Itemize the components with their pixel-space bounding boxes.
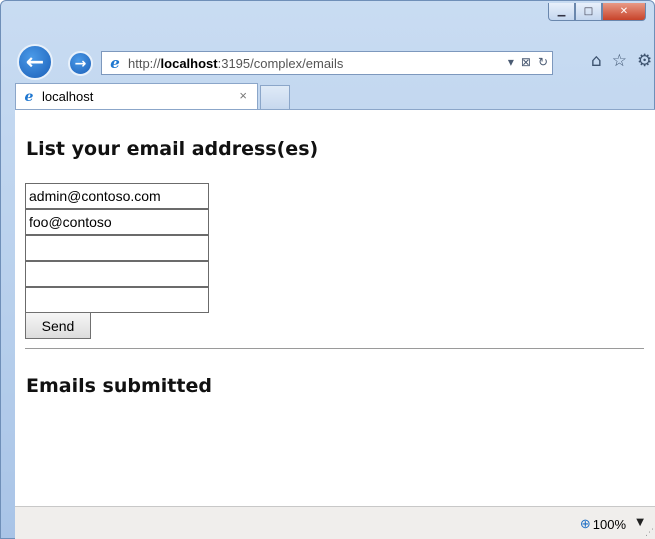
close-window-button[interactable]: ✕: [602, 3, 646, 21]
address-tools: ▾ ⊠ ↻: [508, 55, 548, 69]
forward-button[interactable]: →: [68, 51, 93, 76]
address-bar[interactable]: e http://localhost:3195/complex/emails ▾…: [101, 51, 553, 75]
compatibility-view-icon[interactable]: ⊠: [521, 55, 531, 69]
toolbar-right-icons: ⌂ ☆ ⚙: [591, 51, 652, 71]
back-arrow-icon: ←: [25, 49, 45, 75]
address-text[interactable]: http://localhost:3195/complex/emails: [128, 56, 343, 71]
zoom-dropdown-icon[interactable]: ▼: [636, 517, 644, 528]
new-tab-button[interactable]: [260, 85, 290, 109]
tab-localhost[interactable]: e localhost ×: [15, 83, 258, 109]
home-icon[interactable]: ⌂: [591, 51, 602, 71]
email-field-5[interactable]: [25, 287, 209, 313]
zoom-icon: ⊕: [579, 516, 591, 531]
email-field-2[interactable]: [25, 209, 209, 235]
divider: [25, 348, 644, 349]
tab-close-icon[interactable]: ×: [239, 88, 247, 103]
status-bar: ⊕ 100% ▼ ⋰: [15, 506, 655, 539]
window-caption-buttons: ▁ □ ✕: [548, 3, 646, 21]
page-content: List your email address(es) Send Emails …: [15, 109, 655, 506]
minimize-button[interactable]: ▁: [548, 3, 575, 21]
address-path: :3195/complex/emails: [217, 55, 344, 71]
browser-window: ▁ □ ✕ ← → e http://localhost:3195/comple…: [0, 0, 655, 539]
tab-label: localhost: [42, 89, 94, 104]
maximize-button[interactable]: □: [575, 3, 602, 21]
send-button[interactable]: Send: [25, 312, 91, 339]
gear-icon[interactable]: ⚙: [637, 51, 652, 71]
star-icon[interactable]: ☆: [612, 51, 627, 71]
zoom-level: 100%: [592, 516, 626, 532]
address-host: localhost: [160, 55, 218, 71]
back-button[interactable]: ←: [17, 44, 53, 80]
refresh-icon[interactable]: ↻: [538, 55, 548, 69]
email-field-4[interactable]: [25, 261, 209, 287]
email-field-1[interactable]: [25, 183, 209, 209]
forward-arrow-icon: →: [74, 55, 87, 72]
page-title: List your email address(es): [26, 138, 319, 160]
submitted-heading: Emails submitted: [26, 375, 212, 397]
email-field-3[interactable]: [25, 235, 209, 261]
zoom-control[interactable]: ⊕ 100%: [580, 516, 626, 532]
ie-logo-icon: e: [110, 54, 120, 72]
address-prefix: http://: [128, 55, 161, 71]
address-dropdown-icon[interactable]: ▾: [508, 55, 514, 69]
resize-grip-icon[interactable]: ⋰: [645, 528, 654, 538]
tab-ie-icon: e: [24, 88, 34, 105]
